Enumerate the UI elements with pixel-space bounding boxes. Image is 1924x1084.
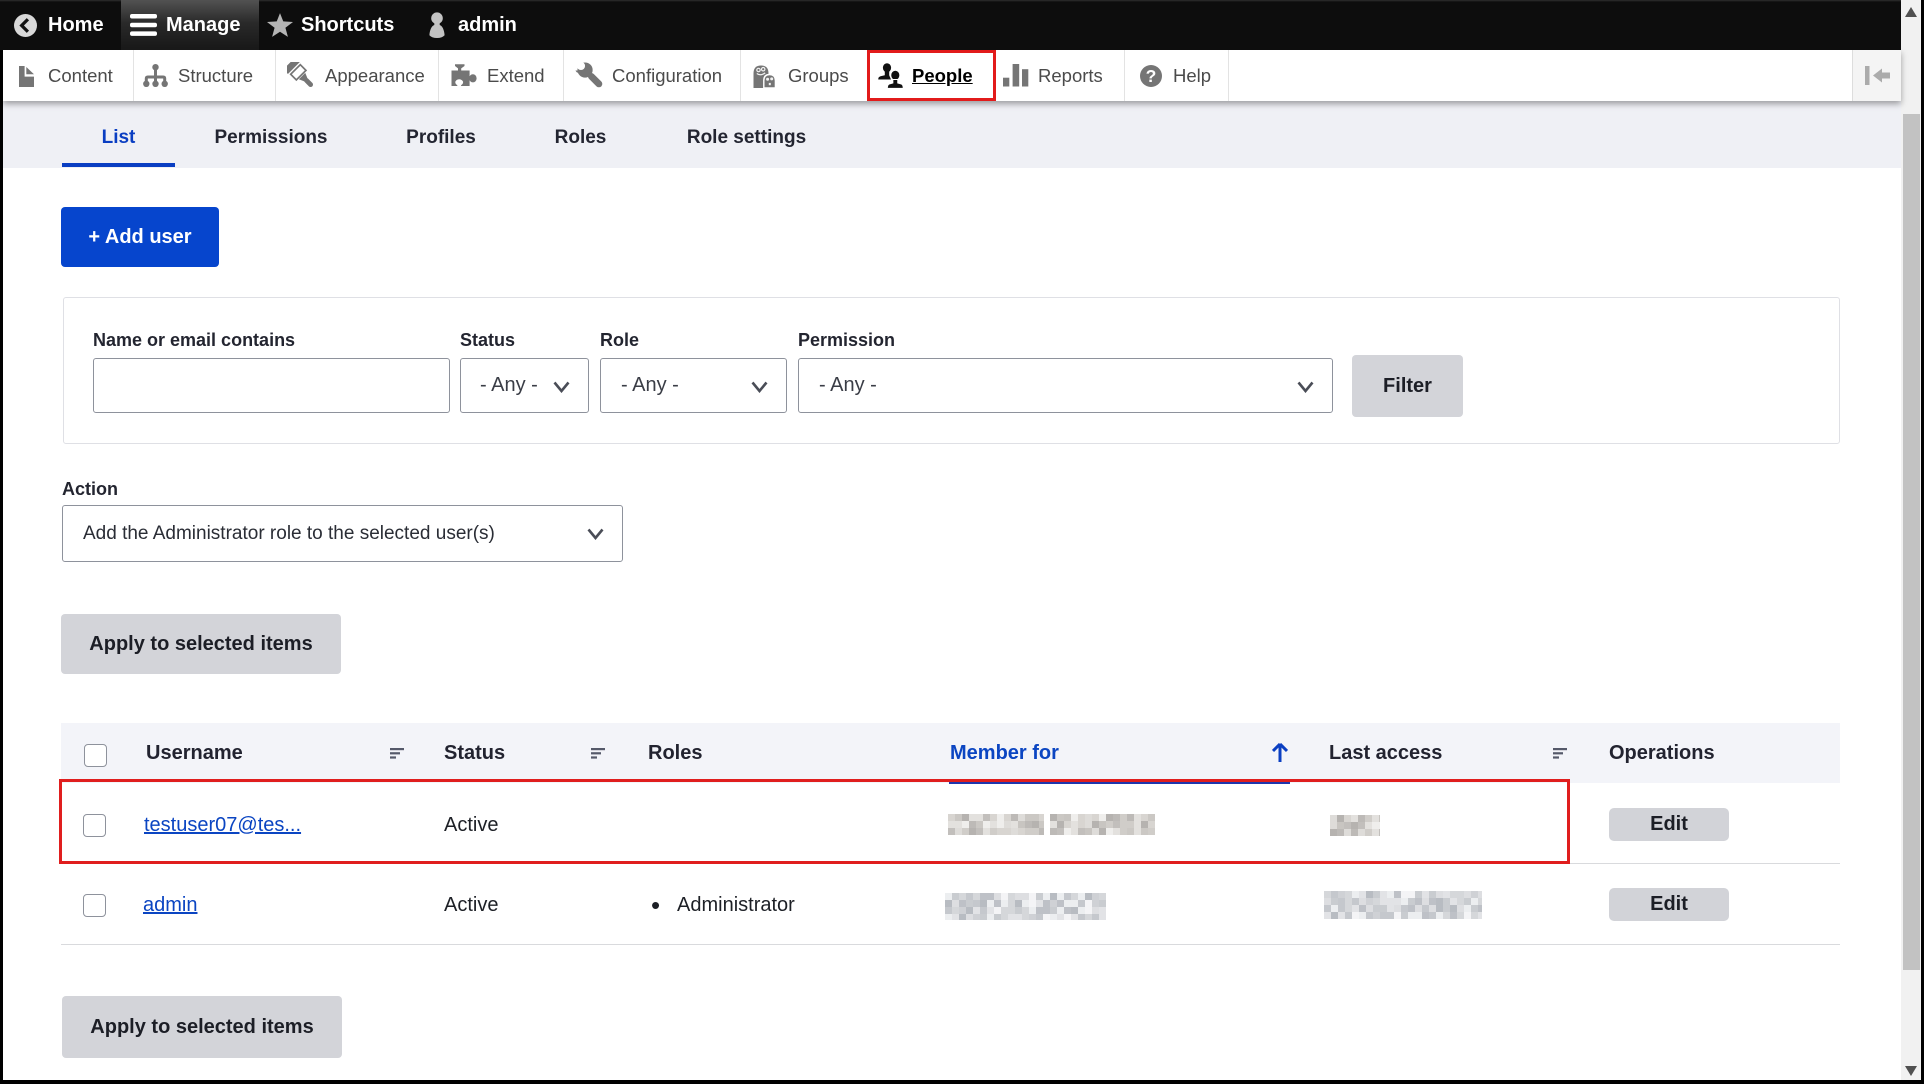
svg-text:?: ? — [1146, 66, 1157, 86]
